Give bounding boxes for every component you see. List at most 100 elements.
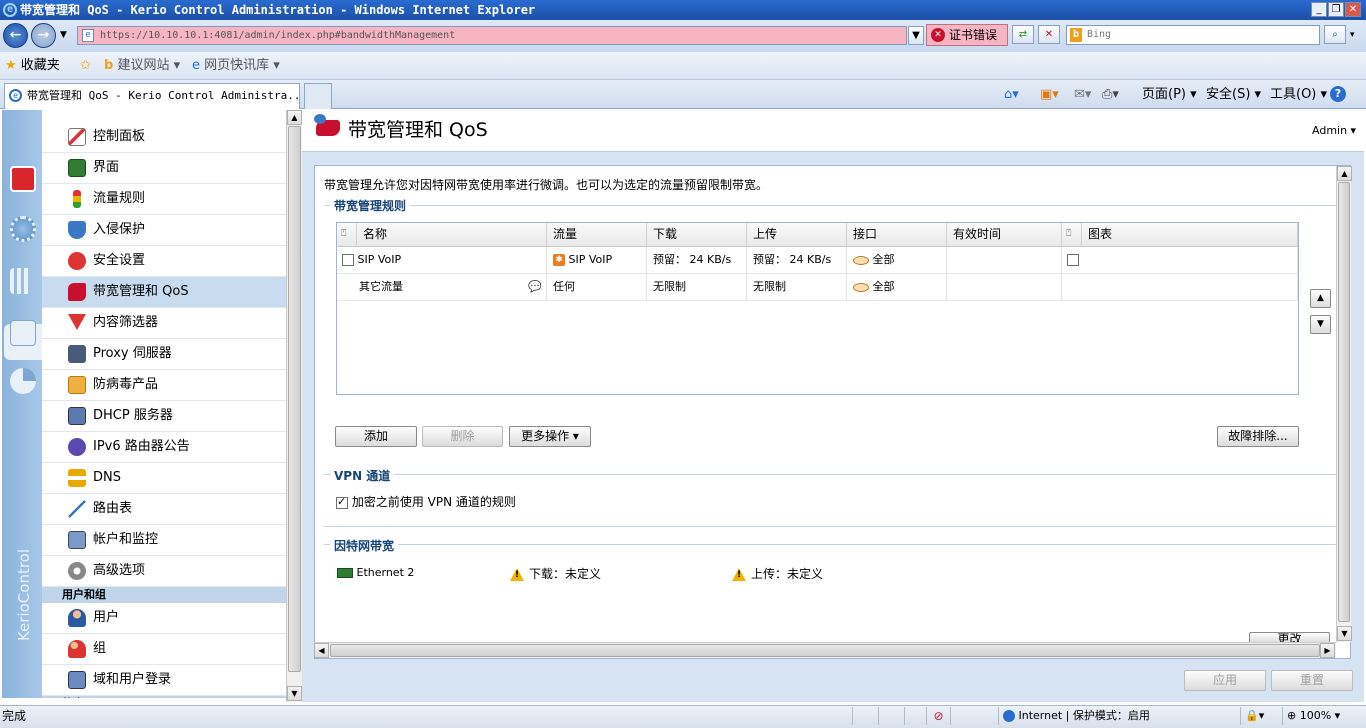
page-title: 带宽管理和 QoS <box>348 119 488 141</box>
logs-icon[interactable] <box>10 320 36 346</box>
scroll-down-arrow[interactable]: ▼ <box>287 686 302 701</box>
feeds-icon[interactable]: ▣▾ <box>1040 86 1059 104</box>
add-favorite-icon[interactable]: ✩ <box>80 57 91 75</box>
search-dropdown-icon[interactable]: ▾ <box>1350 30 1355 40</box>
gears-icon <box>68 562 86 580</box>
address-dropdown-icon[interactable]: ▼ <box>908 26 924 45</box>
status-pie-icon[interactable] <box>10 368 36 394</box>
stats-icon[interactable] <box>10 268 36 294</box>
content-vertical-scrollbar[interactable]: ▲ ▼ <box>1336 166 1352 642</box>
scroll-up-arrow[interactable]: ▲ <box>1337 166 1352 181</box>
column-header-interface[interactable]: 接口 <box>847 223 947 247</box>
scroll-left-arrow[interactable]: ◀ <box>314 643 329 658</box>
more-actions-button[interactable]: 更多操作 ▾ <box>509 426 591 447</box>
mail-icon[interactable]: ✉▾ <box>1074 86 1091 104</box>
troubleshoot-button[interactable]: 故障排除... <box>1217 426 1299 447</box>
sidebar-item-advanced-options[interactable]: 高级选项 <box>42 556 286 587</box>
vpn-checkbox[interactable] <box>336 495 348 509</box>
sidebar-item-intrusion-prevention[interactable]: 入侵保护 <box>42 215 286 246</box>
tools-menu[interactable]: 工具(O) ▾ <box>1270 86 1327 104</box>
back-button[interactable]: ← <box>3 23 28 48</box>
sidebar-scrollbar[interactable]: ▲ ▼ <box>286 110 302 702</box>
column-header-chart[interactable]: 图表 <box>1082 223 1298 247</box>
table-row[interactable]: 其它流量 💬 <box>337 274 547 301</box>
stop-icon[interactable]: ✕ <box>1038 25 1060 44</box>
remove-button[interactable]: 删除 <box>422 426 503 447</box>
sidebar-item-dns[interactable]: DNS <box>42 463 286 494</box>
sidebar-item-dhcp-server[interactable]: DHCP 服务器 <box>42 401 286 432</box>
suggested-sites-link[interactable]: b 建议网站 ▾ <box>104 57 180 75</box>
column-header-valid-time[interactable]: 有效时间 <box>947 223 1062 247</box>
content-horizontal-scrollbar[interactable]: ◀ ▶ <box>314 642 1336 658</box>
user-menu[interactable]: Admin ▾ <box>1312 124 1356 137</box>
sidebar-item-antivirus[interactable]: 防病毒产品 <box>42 370 286 401</box>
nav-group-header-status: 状态 <box>42 696 286 698</box>
sidebar-item-label: 防病毒产品 <box>93 377 159 392</box>
new-tab-button[interactable] <box>304 83 332 109</box>
sidebar-item-users[interactable]: 用户 <box>42 603 286 634</box>
vpn-fieldset-bottom <box>324 526 1336 527</box>
sidebar-item-groups[interactable]: 组 <box>42 634 286 665</box>
popup-blocked-icon[interactable]: ⊘ <box>926 707 950 725</box>
home-icon[interactable]: ⌂▾ <box>1004 86 1019 104</box>
search-placeholder: Bing <box>1087 29 1112 40</box>
sidebar-scroll-thumb[interactable] <box>288 126 301 672</box>
column-header-download[interactable]: 下载 <box>647 223 747 247</box>
zoom-control[interactable]: ⊕ 100% ▾ <box>1282 707 1364 725</box>
cert-error-button[interactable]: ✕ 证书错误 <box>926 24 1008 46</box>
sidebar-item-bandwidth-qos[interactable]: 带宽管理和 QoS <box>42 277 286 308</box>
sidebar-item-content-filter[interactable]: 内容筛选器 <box>42 308 286 339</box>
page-menu[interactable]: 页面(P) ▾ <box>1142 86 1197 104</box>
column-header-upload[interactable]: 上传 <box>747 223 847 247</box>
forward-button[interactable]: → <box>31 23 56 48</box>
horizontal-scroll-thumb[interactable] <box>330 644 1320 657</box>
column-header-traffic[interactable]: 流量 <box>547 223 647 247</box>
table-row[interactable]: SIP VoIP <box>337 247 547 274</box>
vpn-rule-option[interactable]: 加密之前使用 VPN 通道的规则 <box>336 493 516 510</box>
chart-checkbox[interactable] <box>1067 254 1079 266</box>
move-down-button[interactable]: ▼ <box>1310 315 1331 334</box>
sidebar-item-traffic-rules[interactable]: 流量规则 <box>42 184 286 215</box>
scroll-up-arrow[interactable]: ▲ <box>287 110 302 125</box>
sidebar-item-security-settings[interactable]: 安全设置 <box>42 246 286 277</box>
rule-upload: 无限制 <box>747 274 847 301</box>
add-button[interactable]: 添加 <box>335 426 417 447</box>
sidebar-item-dashboard[interactable]: 控制面板 <box>42 122 286 153</box>
sidebar-item-routing-table[interactable]: 路由表 <box>42 494 286 525</box>
help-icon[interactable]: ? <box>1330 86 1346 102</box>
tab-active[interactable]: e 带宽管理和 QoS - Kerio Control Administra..… <box>4 83 300 109</box>
protected-mode-icon[interactable]: 🔒▾ <box>1240 707 1280 725</box>
content-scroll-thumb[interactable] <box>1338 182 1350 622</box>
sidebar-item-proxy-server[interactable]: Proxy 伺服器 <box>42 339 286 370</box>
history-dropdown-icon[interactable]: ▼ <box>60 30 67 40</box>
close-window-button[interactable]: ✕ <box>1345 2 1361 17</box>
sidebar-item-label: Proxy 伺服器 <box>93 346 172 361</box>
scroll-down-arrow[interactable]: ▼ <box>1337 626 1352 641</box>
search-icon[interactable]: ⌕ <box>1324 25 1346 44</box>
favorites-button[interactable]: ★ 收藏夹 <box>5 57 60 75</box>
minimize-button[interactable]: _ <box>1311 2 1327 17</box>
shield-icon[interactable] <box>10 166 36 192</box>
apply-button[interactable]: 应用 <box>1184 670 1266 691</box>
address-bar[interactable]: e https://10.10.10.1:4081/admin/index.ph… <box>77 26 907 45</box>
web-slices-link[interactable]: e 网页快讯库 ▾ <box>192 57 280 75</box>
sidebar-item-label: 用户 <box>93 610 120 625</box>
ie-small-icon: e <box>192 58 200 73</box>
reset-button[interactable]: 重置 <box>1271 670 1353 691</box>
refresh-icon[interactable]: ⇄ <box>1012 25 1034 44</box>
gear-icon[interactable] <box>10 216 36 242</box>
search-input[interactable]: b Bing <box>1066 25 1320 45</box>
sidebar-item-accounting-monitoring[interactable]: 帐户和监控 <box>42 525 286 556</box>
sidebar-item-ipv6-router-ads[interactable]: IPv6 路由器公告 <box>42 432 286 463</box>
column-header-name[interactable]: 名称 <box>357 223 547 247</box>
sidebar-item-domains-login[interactable]: 域和用户登录 <box>42 665 286 696</box>
safety-menu[interactable]: 安全(S) ▾ <box>1206 86 1261 104</box>
maximize-button[interactable]: ❐ <box>1328 2 1344 17</box>
move-up-button[interactable]: ▲ <box>1310 289 1331 308</box>
print-icon[interactable]: ⎙▾ <box>1102 86 1119 104</box>
sidebar-item-interfaces[interactable]: 界面 <box>42 153 286 184</box>
stop-hand-icon <box>68 252 86 270</box>
security-zone[interactable]: Internet | 保护模式：启用 <box>998 707 1238 725</box>
rule-enable-checkbox[interactable] <box>342 254 354 266</box>
scroll-right-arrow[interactable]: ▶ <box>1320 643 1335 658</box>
